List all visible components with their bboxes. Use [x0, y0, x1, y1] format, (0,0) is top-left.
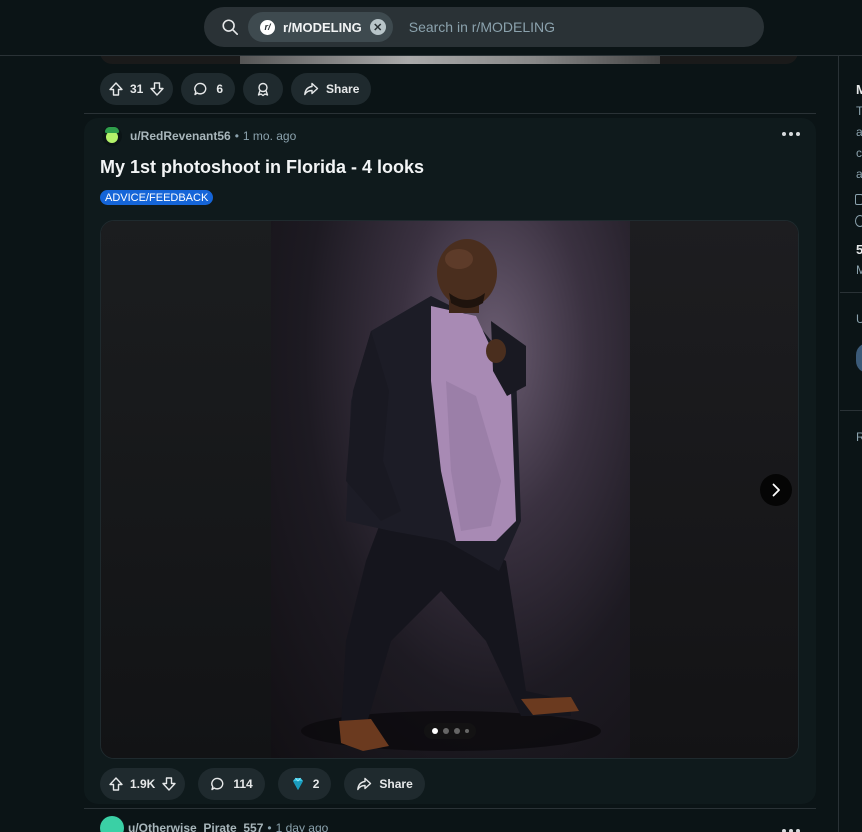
gallery-dot[interactable] [453, 728, 460, 734]
gallery-dot[interactable] [464, 729, 469, 733]
sidebar-border [838, 56, 839, 832]
sidebar-text-fragment: R [856, 430, 862, 444]
top-bar: r/ r/MODELING ✕ [0, 0, 862, 56]
award-button[interactable] [243, 73, 284, 105]
post-author[interactable]: u/RedRevenant56 [130, 129, 231, 143]
sidebar-text-fragment: c [856, 146, 862, 160]
cake-icon [855, 194, 862, 205]
sidebar-divider [840, 292, 862, 293]
downvote-icon[interactable] [161, 776, 177, 792]
share-button[interactable]: Share [291, 73, 372, 105]
post-card[interactable]: u/RedRevenant56 • 1 mo. ago My 1st photo… [84, 118, 816, 804]
avatar[interactable] [856, 343, 862, 373]
vote-count: 31 [130, 82, 144, 96]
search-bar[interactable]: r/ r/MODELING ✕ [204, 7, 764, 47]
share-button[interactable]: Share [344, 768, 425, 800]
avatar[interactable] [100, 816, 124, 832]
chevron-right-icon [772, 483, 780, 497]
gallery[interactable] [100, 220, 799, 759]
sidebar-text-fragment: a [856, 167, 862, 181]
sidebar-title-fragment: M [856, 82, 862, 97]
comment-count: 114 [233, 777, 253, 791]
post-meta: u/RedRevenant56 • 1 mo. ago [102, 126, 296, 146]
post-divider [84, 113, 816, 114]
gallery-dot[interactable] [431, 728, 438, 734]
meta-separator: • [267, 821, 272, 832]
sidebar-text-fragment: a [856, 125, 862, 139]
comment-icon [194, 82, 207, 96]
post-time: 1 day ago [275, 821, 329, 832]
photo-illustration [301, 239, 601, 751]
award-count: 2 [312, 777, 320, 791]
award-button[interactable]: 2 [277, 768, 332, 800]
comment-count: 6 [216, 82, 224, 96]
gallery-blur-left [101, 221, 271, 758]
downvote-icon[interactable] [149, 81, 165, 97]
post-actions: 1.9K 114 2 Share [100, 768, 425, 800]
sidebar-text-fragment: U [856, 312, 862, 326]
post-title[interactable]: My 1st photoshoot in Florida - 4 looks [100, 157, 424, 178]
search-input[interactable] [408, 19, 709, 35]
gem-icon [292, 777, 303, 790]
sidebar-divider [840, 410, 862, 411]
gallery-dot[interactable] [442, 728, 449, 734]
more-icon[interactable] [782, 128, 800, 140]
share-icon [357, 777, 372, 791]
subreddit-icon: r/ [260, 19, 275, 35]
share-label: Share [326, 82, 360, 96]
gallery-pagination [424, 723, 476, 739]
sidebar-text-fragment: M [856, 263, 862, 277]
sidebar-text-fragment: T [856, 104, 862, 118]
search-icon [222, 19, 239, 36]
comment-icon [211, 777, 224, 791]
share-label: Share [379, 777, 413, 791]
avatar[interactable] [102, 126, 122, 146]
sidebar-stat-fragment: 5 [856, 242, 862, 257]
comments-button[interactable]: 114 [198, 768, 265, 800]
award-icon [257, 82, 269, 97]
upvote-icon[interactable] [108, 81, 124, 97]
comments-button[interactable]: 6 [181, 73, 236, 105]
upvote-icon[interactable] [108, 776, 124, 792]
previous-post-actions: 31 6 Share [100, 73, 372, 105]
gallery-next-button[interactable] [760, 474, 792, 506]
close-icon[interactable]: ✕ [369, 19, 386, 35]
globe-icon [855, 215, 862, 227]
vote-control: 31 [100, 73, 174, 105]
more-icon[interactable] [782, 825, 800, 832]
vote-count: 1.9K [130, 777, 156, 791]
post-time: 1 mo. ago [242, 129, 297, 143]
subreddit-search-chip[interactable]: r/ r/MODELING ✕ [248, 12, 393, 42]
share-icon [304, 82, 319, 96]
post-divider [84, 808, 816, 809]
next-post-meta: u/Otherwise_Pirate_557 • 1 day ago [100, 816, 328, 832]
vote-control: 1.9K [100, 768, 186, 800]
subreddit-chip-label: r/MODELING [283, 19, 362, 35]
post-author[interactable]: u/Otherwise_Pirate_557 [128, 821, 263, 832]
gallery-photo[interactable] [271, 221, 630, 758]
post-flair[interactable]: ADVICE/FEEDBACK [100, 190, 214, 205]
meta-separator: • [234, 129, 239, 143]
